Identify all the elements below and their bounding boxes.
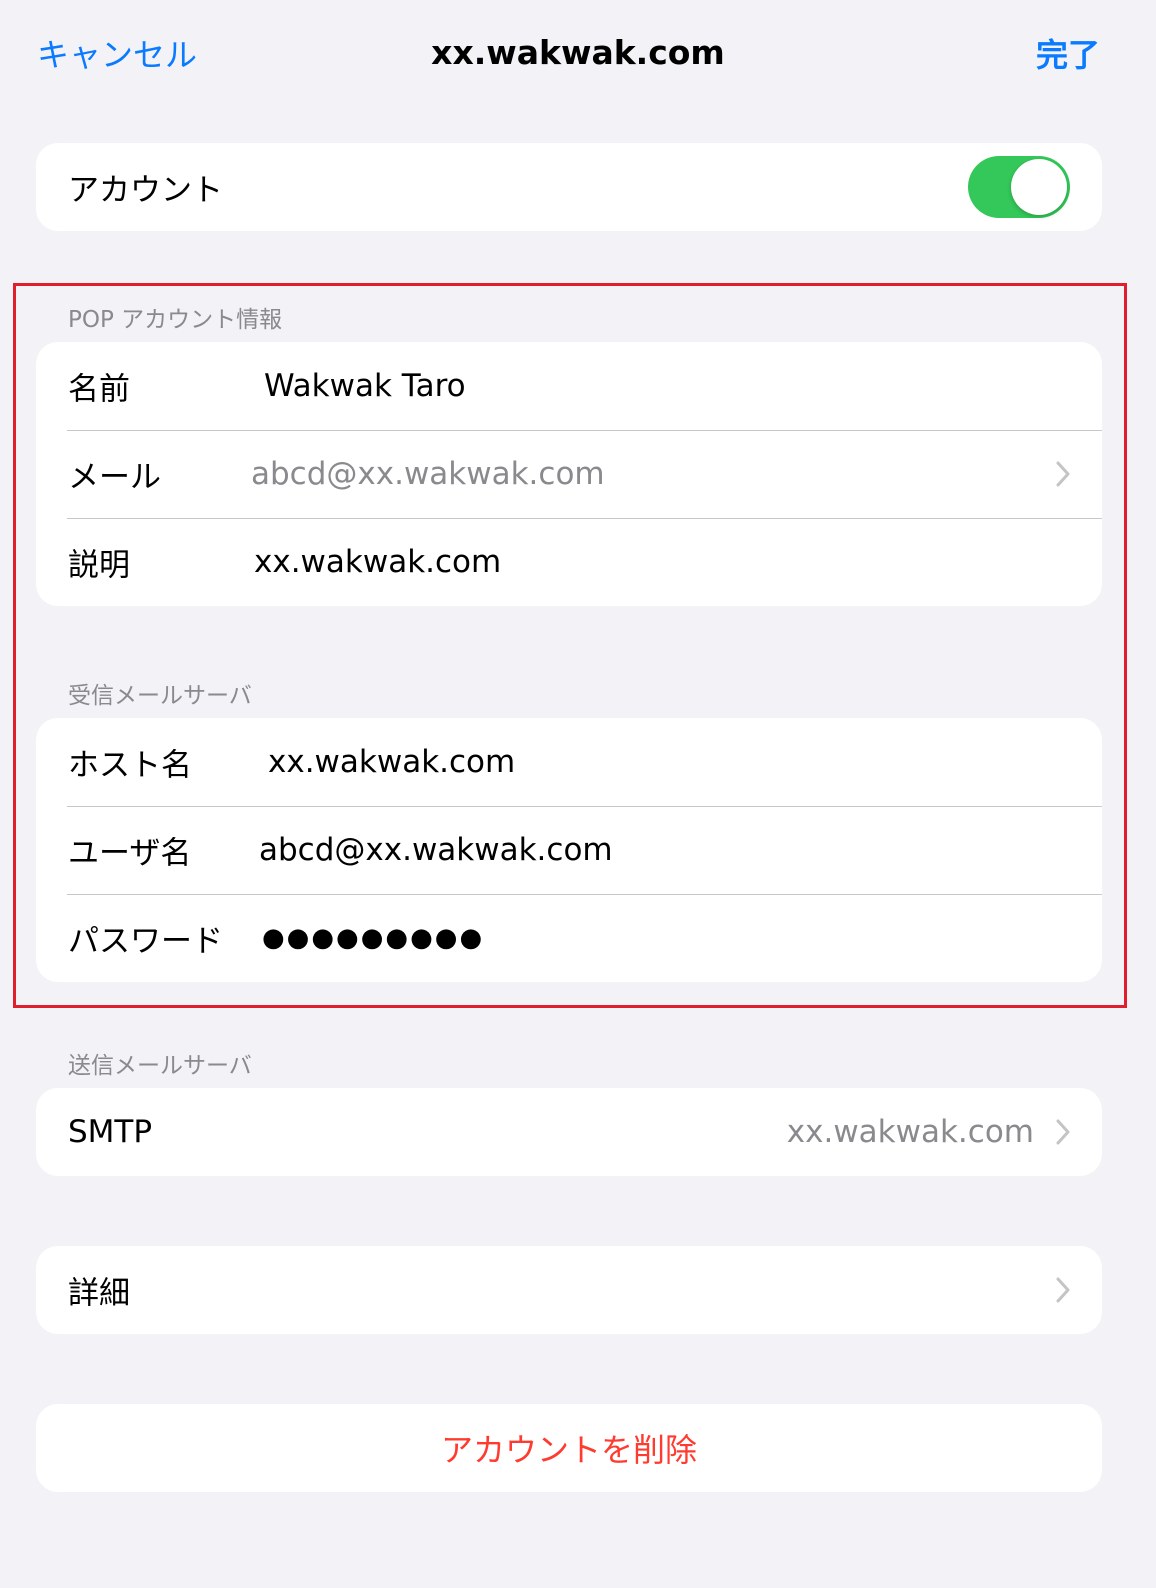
outgoing-server-card: SMTP xx.wakwak.com: [36, 1088, 1102, 1176]
email-value: abcd@xx.wakwak.com: [251, 456, 605, 492]
delete-account-button[interactable]: アカウントを削除: [36, 1404, 1102, 1492]
name-label: 名前: [68, 371, 130, 408]
account-row: アカウント: [36, 143, 1102, 231]
chevron-right-icon: [1056, 461, 1070, 487]
password-label: パスワード: [68, 923, 223, 960]
navigation-bar: キャンセル xx.wakwak.com 完了: [0, 0, 1156, 110]
username-row[interactable]: ユーザ名 abcd@xx.wakwak.com: [36, 806, 1102, 894]
chevron-right-icon: [1056, 1277, 1070, 1303]
details-row[interactable]: 詳細: [36, 1246, 1102, 1334]
smtp-row[interactable]: SMTP xx.wakwak.com: [36, 1088, 1102, 1176]
delete-account-card: アカウントを削除: [36, 1404, 1102, 1492]
chevron-right-icon: [1056, 1119, 1070, 1145]
name-row[interactable]: 名前 Wakwak Taro: [36, 342, 1102, 430]
smtp-label: SMTP: [68, 1114, 153, 1150]
account-label: アカウント: [68, 172, 223, 209]
details-card: 詳細: [36, 1246, 1102, 1334]
account-toggle-card: アカウント: [36, 143, 1102, 231]
outgoing-section-header: 送信メールサーバ: [68, 1053, 252, 1079]
smtp-value: xx.wakwak.com: [786, 1114, 1034, 1150]
username-field[interactable]: abcd@xx.wakwak.com: [259, 832, 613, 868]
description-label: 説明: [68, 547, 130, 584]
account-toggle[interactable]: [968, 156, 1070, 218]
email-row[interactable]: メール abcd@xx.wakwak.com: [36, 430, 1102, 518]
password-row[interactable]: パスワード ●●●●●●●●●: [36, 894, 1102, 982]
description-field[interactable]: xx.wakwak.com: [254, 544, 501, 580]
name-field[interactable]: Wakwak Taro: [264, 368, 466, 404]
hostname-row[interactable]: ホスト名 xx.wakwak.com: [36, 718, 1102, 806]
page-title: xx.wakwak.com: [431, 33, 725, 72]
description-row[interactable]: 説明 xx.wakwak.com: [36, 518, 1102, 606]
details-label: 詳細: [68, 1275, 130, 1312]
incoming-section-header: 受信メールサーバ: [68, 683, 252, 709]
username-label: ユーザ名: [68, 835, 192, 872]
done-button[interactable]: 完了: [1036, 30, 1100, 76]
password-field[interactable]: ●●●●●●●●●: [262, 923, 484, 953]
hostname-field[interactable]: xx.wakwak.com: [268, 744, 515, 780]
pop-account-card: 名前 Wakwak Taro メール abcd@xx.wakwak.com 説明…: [36, 342, 1102, 606]
pop-section-header: POP アカウント情報: [68, 307, 283, 333]
email-label: メール: [68, 459, 161, 496]
toggle-knob: [1011, 159, 1067, 215]
hostname-label: ホスト名: [68, 747, 192, 784]
delete-account-label: アカウントを削除: [440, 1431, 697, 1469]
incoming-server-card: ホスト名 xx.wakwak.com ユーザ名 abcd@xx.wakwak.c…: [36, 718, 1102, 982]
